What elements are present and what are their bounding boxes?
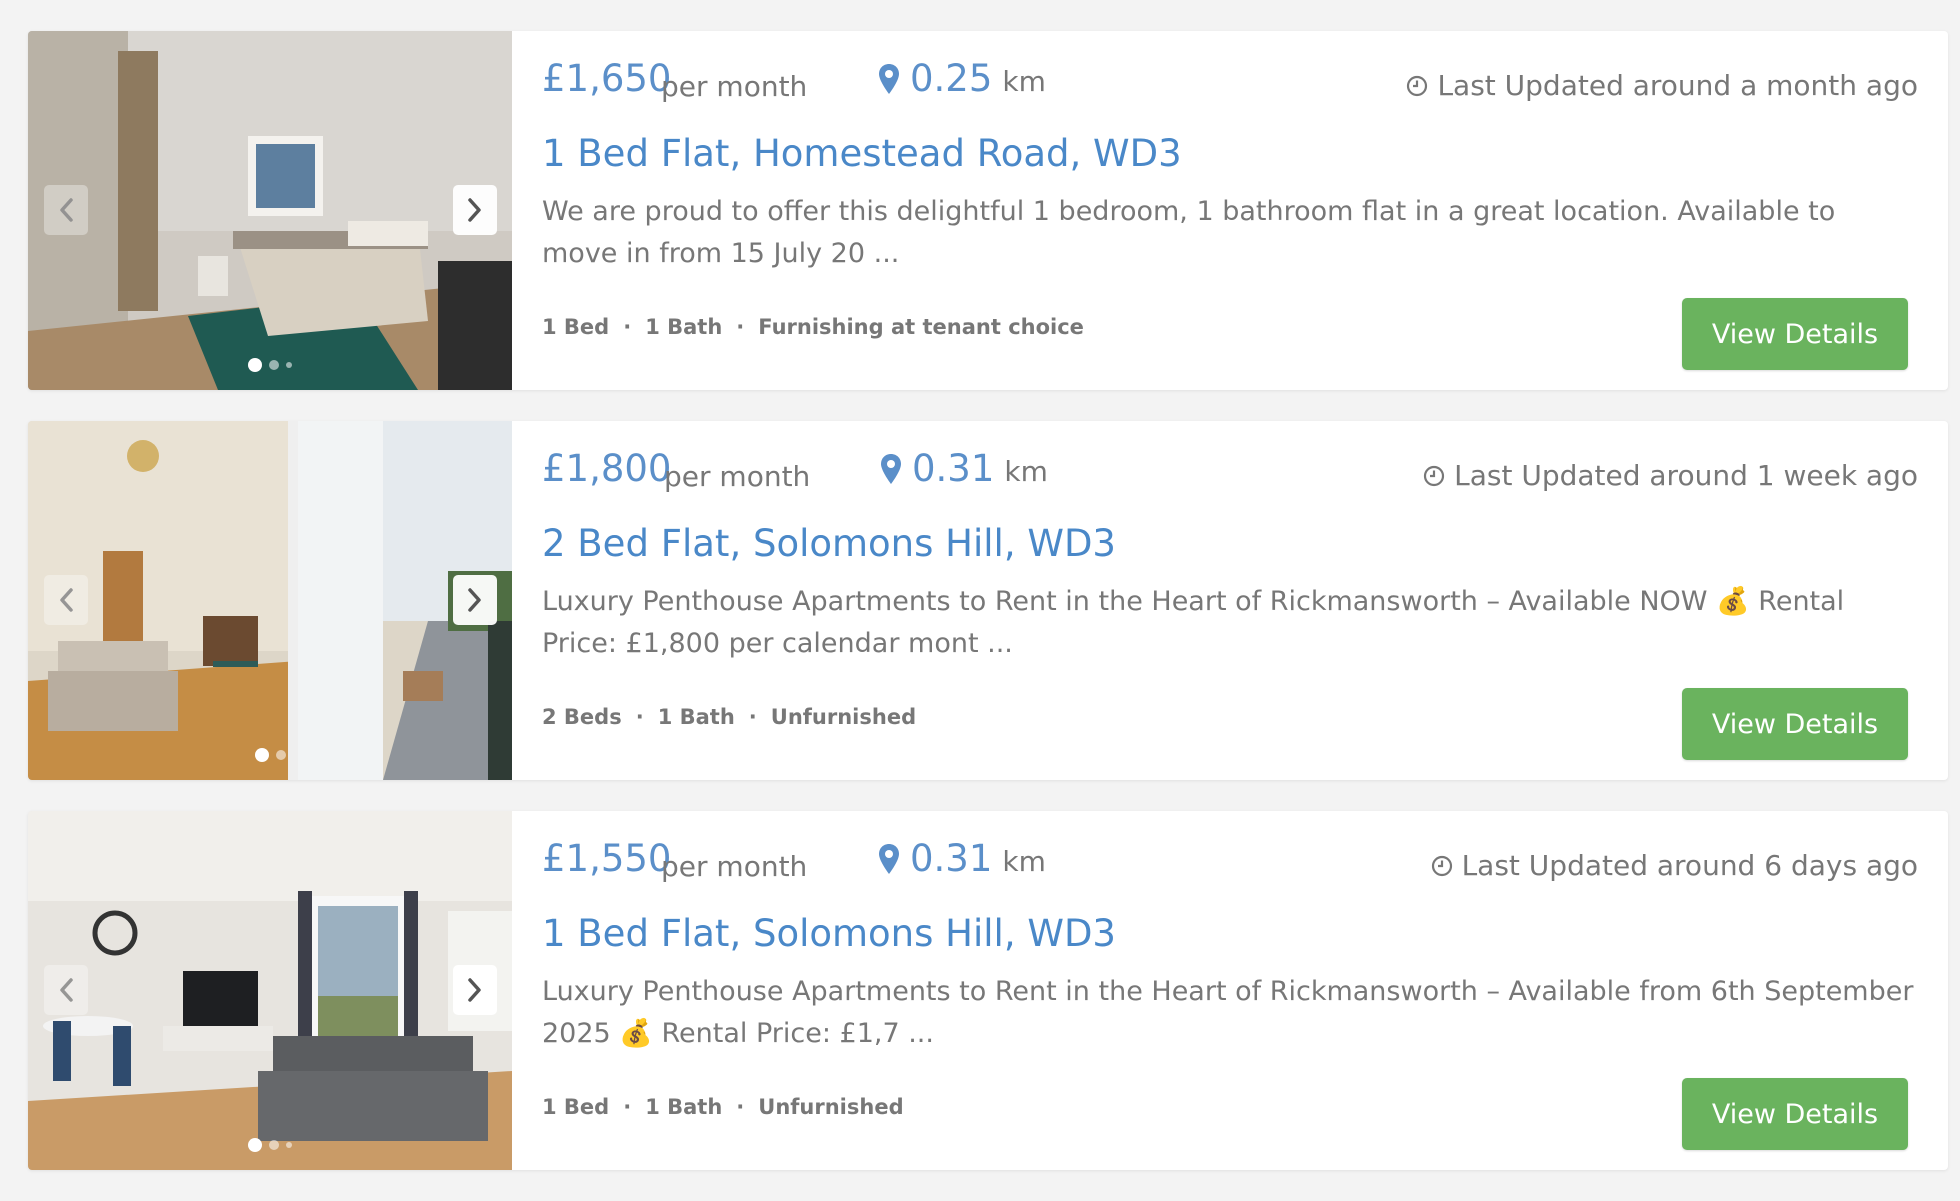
chevron-left-icon: [60, 198, 73, 222]
carousel-dot[interactable]: [286, 1142, 292, 1148]
listing-title-link[interactable]: 1 Bed Flat, Homestead Road, WD3: [542, 132, 1182, 175]
last-updated: Last Updated around a month ago: [1406, 69, 1918, 102]
listing-title-link[interactable]: 1 Bed Flat, Solomons Hill, WD3: [542, 912, 1116, 955]
baths-count: 1 Bath: [645, 315, 723, 339]
furnishing-status: Unfurnished: [770, 705, 917, 729]
listing-card: £1,650 per month 0.25 km Last Updated ar…: [28, 31, 1948, 390]
listing-photo: [28, 421, 512, 780]
beds-count: 1 Bed: [542, 1095, 610, 1119]
carousel-dot[interactable]: [286, 362, 292, 368]
separator-dot: ·: [623, 315, 632, 339]
last-updated: Last Updated around 1 week ago: [1423, 459, 1918, 492]
listing-photo-carousel[interactable]: [28, 811, 512, 1170]
listing-distance: 0.31 km: [880, 447, 1048, 490]
separator-dot: ·: [748, 705, 757, 729]
listing-header-row: £1,800 per month 0.31 km Last Updated ar…: [542, 447, 1918, 497]
beds-count: 2 Beds: [542, 705, 622, 729]
separator-dot: ·: [635, 705, 644, 729]
last-updated-text: Last Updated around 1 week ago: [1454, 459, 1918, 492]
chevron-right-icon: [468, 588, 481, 612]
separator-dot: ·: [736, 1095, 745, 1119]
price-period: per month: [661, 850, 808, 883]
carousel-dots: [28, 748, 512, 762]
listing-photo-carousel[interactable]: [28, 421, 512, 780]
baths-count: 1 Bath: [657, 705, 735, 729]
carousel-dot[interactable]: [254, 748, 269, 762]
baths-count: 1 Bath: [645, 1095, 723, 1119]
carousel-dots: [28, 1138, 512, 1152]
listing-content: £1,650 per month 0.25 km Last Updated ar…: [542, 31, 1918, 390]
listing-description: Luxury Penthouse Apartments to Rent in t…: [542, 586, 1845, 659]
chevron-right-icon: [468, 978, 481, 1002]
listing-photo: [28, 811, 512, 1170]
listing-header-row: £1,550 per month 0.31 km Last Updated ar…: [542, 837, 1918, 887]
listing-content: £1,550 per month 0.31 km Last Updated ar…: [542, 811, 1918, 1170]
listing-content: £1,800 per month 0.31 km Last Updated ar…: [542, 421, 1918, 780]
chevron-right-icon: [468, 198, 481, 222]
beds-count: 1 Bed: [542, 315, 610, 339]
listing-card: £1,550 per month 0.31 km Last Updated ar…: [28, 811, 1948, 1170]
carousel-next-button[interactable]: [453, 185, 497, 235]
price-period: per month: [664, 460, 811, 493]
chevron-left-icon: [60, 588, 73, 612]
distance-value: 0.25: [910, 57, 993, 100]
last-updated-text: Last Updated around 6 days ago: [1461, 849, 1918, 882]
listing-features: 1 Bed · 1 Bath · Furnishing at tenant ch…: [542, 315, 1084, 339]
listing-price: £1,800: [542, 447, 672, 490]
map-pin-icon: [881, 454, 901, 484]
listing-features: 2 Beds · 1 Bath · Unfurnished: [542, 705, 916, 729]
carousel-dot[interactable]: [275, 750, 286, 760]
listing-distance: 0.25 km: [878, 57, 1046, 100]
carousel-next-button[interactable]: [453, 575, 497, 625]
furnishing-status: Unfurnished: [758, 1095, 904, 1119]
listing-header-row: £1,650 per month 0.25 km Last Updated ar…: [542, 57, 1918, 107]
carousel-dot[interactable]: [269, 360, 279, 370]
view-details-button[interactable]: View Details: [1682, 298, 1908, 370]
listing-distance: 0.31 km: [878, 837, 1046, 880]
map-pin-icon: [879, 64, 899, 94]
listing-description: Luxury Penthouse Apartments to Rent in t…: [542, 976, 1914, 1049]
listing-photo: [28, 31, 512, 390]
carousel-prev-button[interactable]: [44, 185, 88, 235]
view-details-button[interactable]: View Details: [1682, 688, 1908, 760]
carousel-dot[interactable]: [248, 1138, 262, 1152]
clock-icon: [1431, 855, 1452, 876]
clock-icon: [1423, 465, 1445, 486]
carousel-prev-button[interactable]: [44, 965, 88, 1015]
carousel-dots: [28, 358, 512, 372]
listing-price: £1,650: [542, 57, 672, 100]
chevron-left-icon: [60, 978, 73, 1002]
separator-dot: ·: [736, 315, 745, 339]
furnishing-status: Furnishing at tenant choice: [758, 315, 1084, 339]
price-period: per month: [661, 70, 808, 103]
distance-value: 0.31: [912, 447, 995, 490]
listing-description: We are proud to offer this delightful 1 …: [542, 196, 1836, 269]
carousel-next-button[interactable]: [453, 965, 497, 1015]
last-updated-text: Last Updated around a month ago: [1437, 69, 1918, 102]
distance-unit: km: [1002, 65, 1046, 98]
distance-unit: km: [1002, 845, 1046, 878]
carousel-dot[interactable]: [269, 1140, 279, 1150]
listing-price: £1,550: [542, 837, 672, 880]
map-pin-icon: [879, 844, 899, 874]
listing-title-link[interactable]: 2 Bed Flat, Solomons Hill, WD3: [542, 522, 1116, 565]
separator-dot: ·: [623, 1095, 632, 1119]
last-updated: Last Updated around 6 days ago: [1431, 849, 1918, 882]
carousel-prev-button[interactable]: [44, 575, 88, 625]
listing-results: £1,650 per month 0.25 km Last Updated ar…: [28, 31, 1948, 1201]
listing-card: £1,800 per month 0.31 km Last Updated ar…: [28, 421, 1948, 780]
listing-features: 1 Bed · 1 Bath · Unfurnished: [542, 1095, 904, 1119]
carousel-dot[interactable]: [248, 358, 262, 372]
distance-value: 0.31: [910, 837, 993, 880]
distance-unit: km: [1004, 455, 1048, 488]
listing-photo-carousel[interactable]: [28, 31, 512, 390]
view-details-button[interactable]: View Details: [1682, 1078, 1908, 1150]
clock-icon: [1407, 75, 1428, 96]
